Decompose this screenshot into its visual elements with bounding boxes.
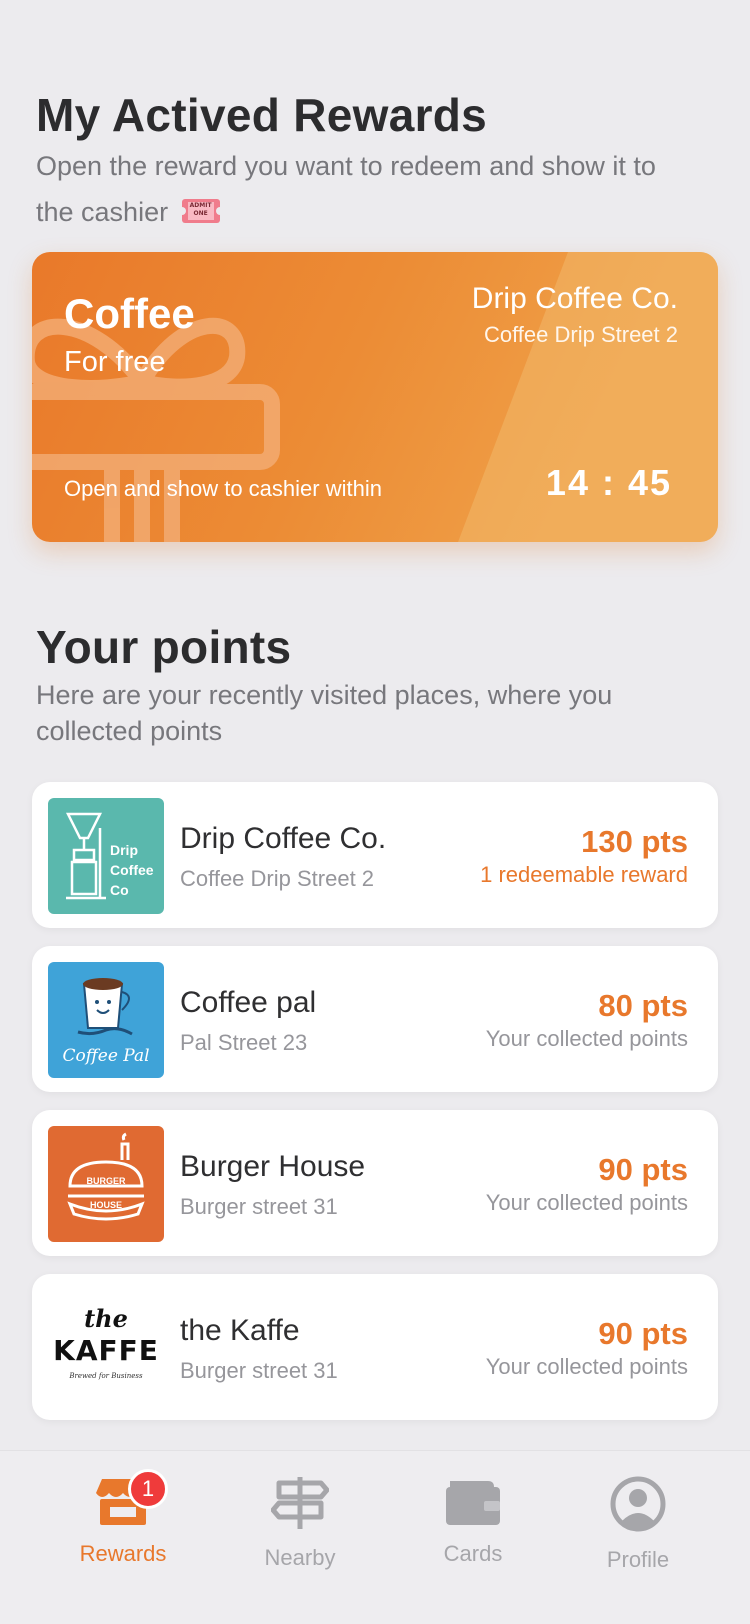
place-name: Coffee pal bbox=[180, 986, 317, 1019]
rewards-subtitle: Open the reward you want to redeem and s… bbox=[36, 143, 676, 235]
notification-badge: 1 bbox=[128, 1469, 168, 1509]
tab-cards[interactable]: Cards bbox=[398, 1475, 548, 1585]
tab-nearby[interactable]: Nearby bbox=[225, 1475, 375, 1585]
place-card-burger-house[interactable]: BURGER HOUSE Burger House Burger street … bbox=[32, 1110, 718, 1256]
gift-icon bbox=[32, 317, 280, 542]
place-points: 130 pts bbox=[581, 824, 688, 859]
profile-icon bbox=[610, 1476, 666, 1532]
kaffe-logo-tagline: Brewed for Business bbox=[69, 1372, 143, 1380]
tab-profile[interactable]: Profile bbox=[563, 1475, 713, 1585]
reward-address: Coffee Drip Street 2 bbox=[483, 322, 678, 347]
points-subtitle: Here are your recently visited places, w… bbox=[36, 680, 613, 746]
points-title: Your points bbox=[36, 621, 292, 673]
drip-logo-text: Drip Coffee Co bbox=[110, 842, 154, 898]
tab-label: Nearby bbox=[264, 1545, 336, 1570]
place-address: Burger street 31 bbox=[180, 1194, 338, 1219]
reward-subtitle: For free bbox=[64, 346, 166, 378]
reward-vendor: Drip Coffee Co. bbox=[471, 282, 678, 315]
signpost-icon bbox=[271, 1477, 329, 1529]
wallet-icon bbox=[446, 1481, 500, 1525]
place-name: Burger House bbox=[180, 1150, 366, 1183]
tab-rewards[interactable]: 1 Rewards bbox=[48, 1469, 198, 1585]
place-card-coffee-pal[interactable]: Coffee Pal Coffee pal Pal Street 23 80 p… bbox=[32, 946, 718, 1092]
coffee-pal-logo: Coffee Pal bbox=[48, 962, 164, 1078]
redeemable-reward-note: 1 redeemable reward bbox=[480, 862, 688, 887]
bottom-tab-bar: 1 Rewards Nearby Cards Profile bbox=[0, 1450, 750, 1624]
active-reward-card[interactable]: Coffee For free Drip Coffee Co. Coffee D… bbox=[32, 252, 718, 542]
reward-timer: 14 : 45 bbox=[545, 462, 672, 503]
place-address: Burger street 31 bbox=[180, 1358, 338, 1383]
rewards-screen: My Actived Rewards Open the reward you w… bbox=[0, 0, 750, 1624]
kaffe-logo-word: KAFFE bbox=[53, 1334, 159, 1367]
place-address: Coffee Drip Street 2 bbox=[180, 866, 375, 891]
burger-logo-text-top: BURGER bbox=[86, 1176, 126, 1186]
rewards-subtitle-text: Open the reward you want to redeem and s… bbox=[36, 151, 656, 227]
place-card-the-kaffe[interactable]: the KAFFE Brewed for Business the Kaffe … bbox=[32, 1274, 718, 1420]
place-points: 80 pts bbox=[598, 988, 688, 1023]
place-name: Drip Coffee Co. bbox=[180, 822, 387, 855]
collected-points-note: Your collected points bbox=[485, 1354, 688, 1379]
place-address: Pal Street 23 bbox=[180, 1030, 308, 1055]
coffee-pal-logo-text: Coffee Pal bbox=[62, 1046, 150, 1066]
the-kaffe-logo: the KAFFE Brewed for Business bbox=[48, 1290, 164, 1406]
rewards-title: My Actived Rewards bbox=[36, 89, 488, 141]
place-name: the Kaffe bbox=[180, 1314, 300, 1347]
tab-label: Cards bbox=[443, 1541, 503, 1566]
reward-title: Coffee bbox=[64, 290, 195, 337]
place-card-drip-coffee[interactable]: Drip Coffee Co Drip Coffee Co. Coffee Dr… bbox=[32, 782, 718, 928]
place-points: 90 pts bbox=[598, 1152, 688, 1187]
collected-points-note: Your collected points bbox=[485, 1190, 688, 1215]
reward-hint: Open and show to cashier within bbox=[64, 476, 382, 501]
place-points: 90 pts bbox=[598, 1316, 688, 1351]
collected-points-note: Your collected points bbox=[485, 1026, 688, 1051]
kaffe-logo-script: the bbox=[84, 1304, 128, 1333]
ticket-icon: ADMIT ONE bbox=[181, 198, 220, 223]
burger-logo-text-bottom: HOUSE bbox=[89, 1200, 122, 1210]
burger-house-logo: BURGER HOUSE bbox=[48, 1126, 164, 1242]
drip-coffee-logo: Drip Coffee Co bbox=[48, 798, 164, 914]
tab-label: Profile bbox=[606, 1547, 670, 1572]
tab-label: Rewards bbox=[79, 1541, 167, 1566]
